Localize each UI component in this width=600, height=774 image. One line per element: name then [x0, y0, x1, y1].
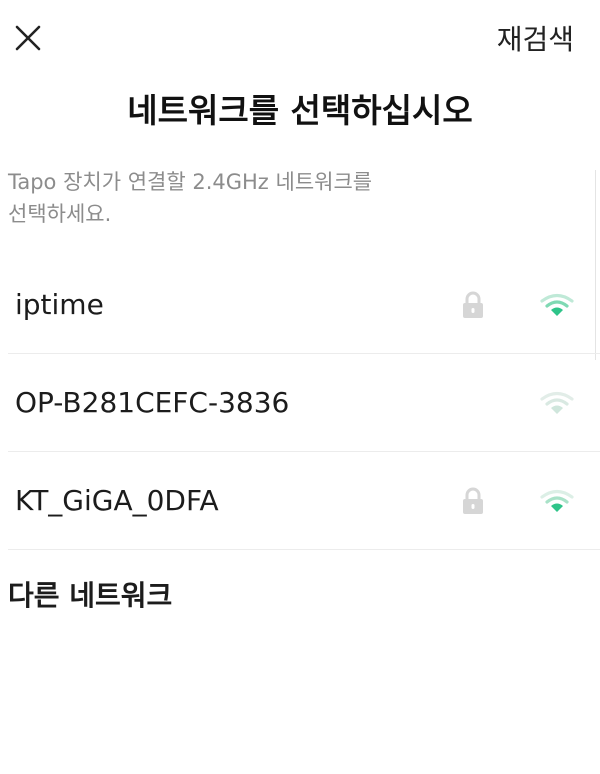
network-list: iptime OP-B281CEFC-3836 KT_GiGA_0DFA	[0, 256, 600, 550]
wifi-icon	[540, 391, 574, 414]
close-button[interactable]	[6, 16, 50, 60]
network-ssid: OP-B281CEFC-3836	[15, 386, 290, 419]
other-network-button[interactable]: 다른 네트워크	[8, 574, 172, 618]
instruction-text: Tapo 장치가 연결할 2.4GHz 네트워크를 선택하세요.	[8, 166, 478, 230]
select-network-screen: 재검색 네트워크를 선택하십시오 Tapo 장치가 연결할 2.4GHz 네트워…	[0, 0, 600, 774]
network-row-kt-giga-0dfa[interactable]: KT_GiGA_0DFA	[8, 452, 600, 550]
network-row-iptime[interactable]: iptime	[8, 256, 600, 354]
top-bar: 재검색	[0, 0, 600, 80]
lock-icon	[463, 487, 483, 514]
wifi-icon	[540, 293, 574, 316]
close-icon	[15, 25, 41, 51]
page-title: 네트워크를 선택하십시오	[127, 91, 473, 130]
network-ssid: KT_GiGA_0DFA	[15, 484, 219, 517]
network-ssid: iptime	[15, 288, 104, 321]
lock-icon	[463, 291, 483, 318]
instruction-line: Tapo 장치가 연결할 2.4GHz 네트워크를 선택하세요.	[8, 170, 373, 226]
wifi-icon	[540, 489, 574, 512]
rescan-button[interactable]: 재검색	[497, 20, 574, 60]
network-row-op-b281cefc-3836[interactable]: OP-B281CEFC-3836	[8, 354, 600, 452]
